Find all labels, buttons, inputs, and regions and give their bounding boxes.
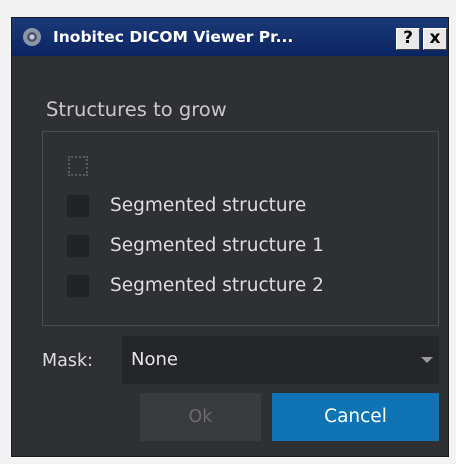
chevron-down-icon (421, 357, 433, 363)
close-button[interactable]: x (423, 28, 447, 50)
structure-label: Segmented structure 2 (110, 275, 324, 296)
structure-label: Segmented structure (110, 195, 307, 216)
ok-button[interactable]: Ok (140, 393, 261, 441)
select-all-checkbox[interactable] (68, 156, 88, 176)
structures-group-title: Structures to grow (46, 98, 227, 121)
dialog-window: Inobitec DICOM Viewer Pr... ? x Structur… (11, 17, 449, 457)
structure-checkbox[interactable] (67, 235, 89, 257)
structure-checkbox[interactable] (67, 275, 89, 297)
structure-checkbox[interactable] (67, 195, 89, 217)
inobitec-logo-icon (23, 28, 41, 46)
cancel-button[interactable]: Cancel (272, 393, 439, 441)
help-button[interactable]: ? (396, 28, 420, 50)
window-title: Inobitec DICOM Viewer Pr... (53, 28, 294, 46)
mask-value: None (131, 349, 178, 370)
mask-dropdown[interactable]: None (122, 336, 439, 384)
title-bar[interactable]: Inobitec DICOM Viewer Pr... ? x (12, 18, 448, 56)
mask-label: Mask: (42, 351, 93, 371)
structure-label: Segmented structure 1 (110, 235, 324, 256)
